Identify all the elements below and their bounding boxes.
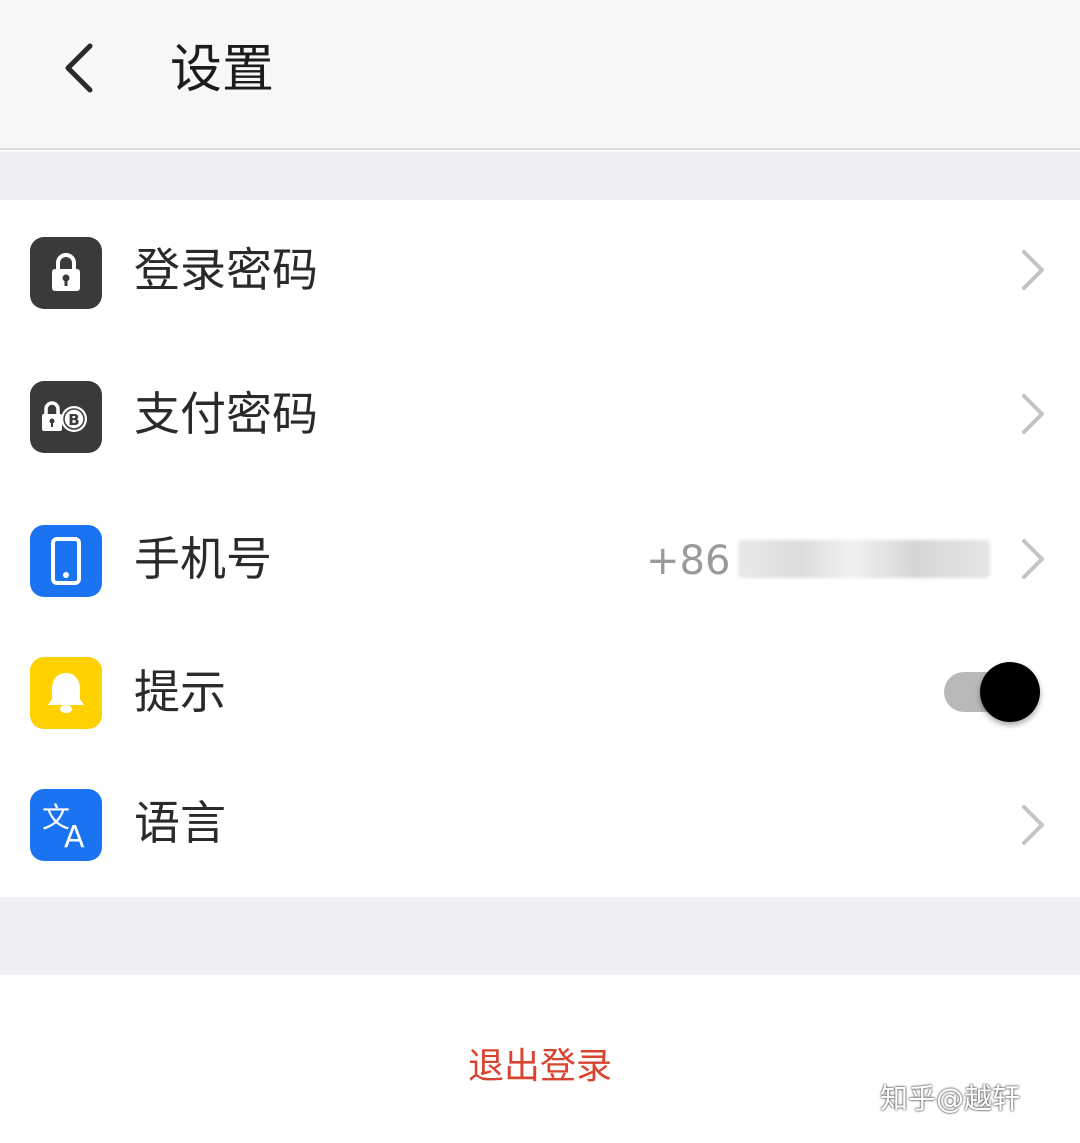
settings-row-payment-password[interactable]: B 支付密码 [0,344,1080,484]
logout-section: 退出登录 知乎@越轩 [0,975,1080,1143]
section-divider [0,152,1080,200]
chevron-right-icon [1022,250,1044,290]
chevron-right-icon [1022,539,1044,579]
back-button[interactable] [48,30,112,106]
settings-row-login-password[interactable]: 登录密码 [0,200,1080,340]
logout-button[interactable]: 退出登录 [440,1041,640,1093]
page-title: 设置 [170,40,275,100]
chevron-right-icon [1022,394,1044,434]
settings-row-language[interactable]: 文 A 语言 [0,753,1080,893]
svg-text:A: A [64,820,85,851]
svg-text:B: B [68,411,79,429]
section-divider [0,897,1080,975]
chevron-left-icon [65,43,93,93]
payment-lock-icon: B [30,381,102,453]
chevron-right-icon [1022,805,1044,845]
settings-row-label: 语言 [134,796,226,850]
phone-number-value: +86 [646,538,731,584]
bell-icon [30,657,102,729]
settings-row-phone-number[interactable]: 手机号 +86 [0,489,1080,629]
watermark-text: 知乎@越轩 [880,1082,1021,1115]
settings-row-notifications: 提示 [0,622,1080,762]
settings-row-label: 登录密码 [134,243,318,297]
phone-icon [30,525,102,597]
notifications-toggle[interactable] [944,660,1042,724]
settings-row-label: 支付密码 [134,387,318,441]
translate-icon: 文 A [30,789,102,861]
lock-icon [30,237,102,309]
obscured-phone-digits [738,540,990,578]
settings-row-label: 手机号 [134,532,272,586]
app-header: 设置 [0,0,1080,150]
settings-list: 登录密码 B 支付密码 手机号 +86 提示 文 A 语言 [0,200,1080,897]
toggle-knob [980,662,1040,722]
settings-row-label: 提示 [134,665,226,719]
